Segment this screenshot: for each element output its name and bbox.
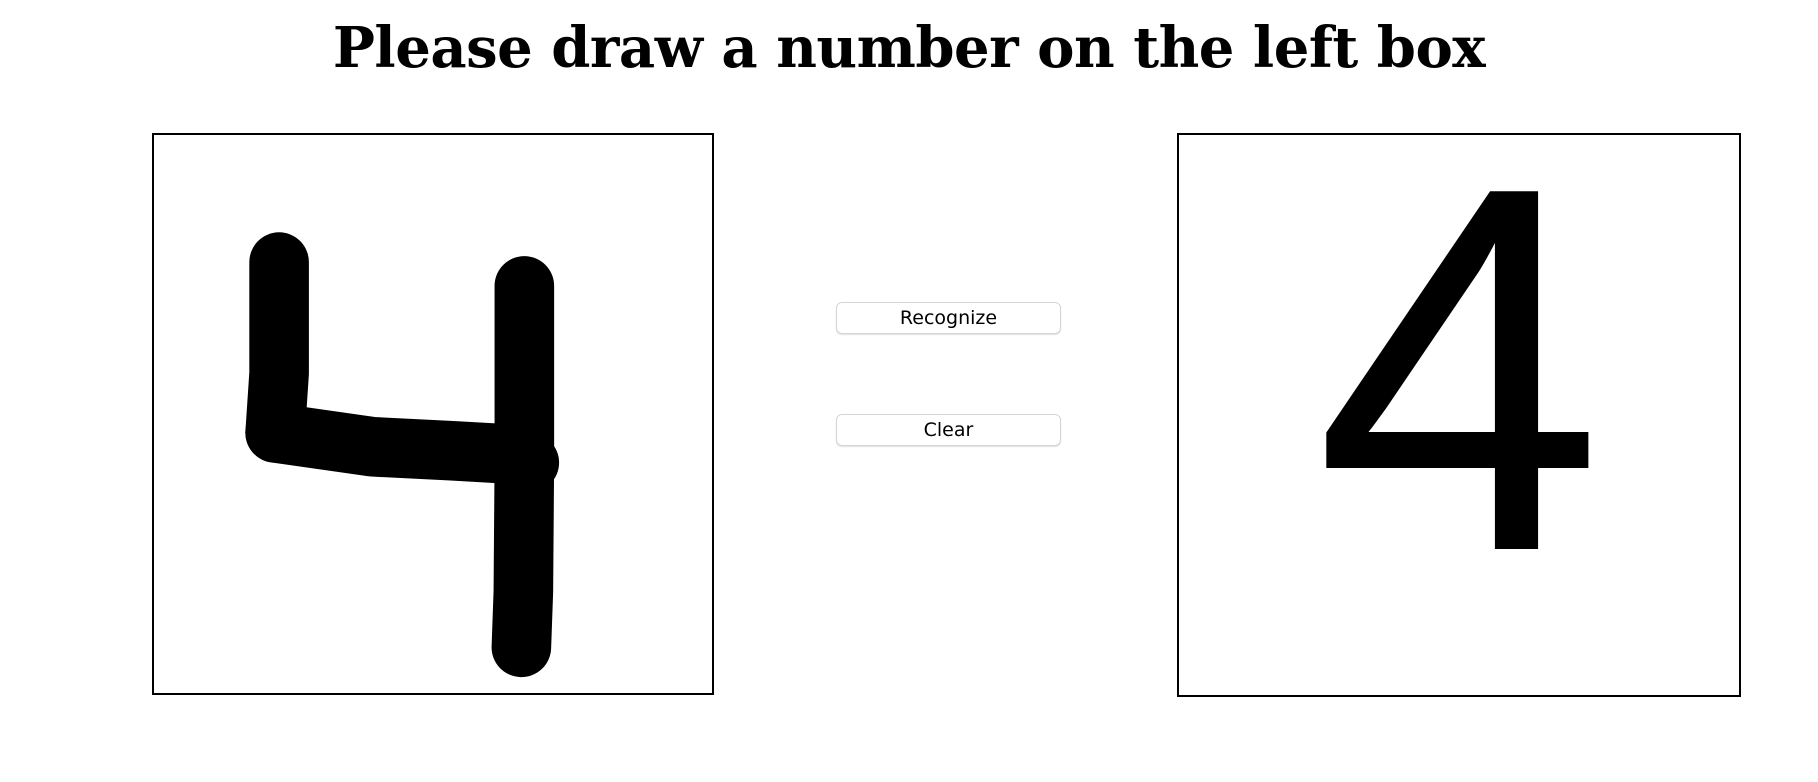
clear-button[interactable]: Clear bbox=[836, 414, 1061, 446]
stroke-right-vertical bbox=[491, 256, 555, 678]
result-box: 4 bbox=[1177, 133, 1741, 697]
drawing-canvas[interactable] bbox=[152, 133, 714, 695]
recognized-digit: 4 bbox=[1314, 133, 1604, 660]
page-title: Please draw a number on the left box bbox=[332, 15, 1486, 81]
drawn-digit-strokes bbox=[245, 232, 560, 678]
page: Please draw a number on the left box Rec… bbox=[0, 0, 1818, 782]
recognize-button[interactable]: Recognize bbox=[836, 302, 1061, 334]
stroke-horizontal bbox=[245, 403, 560, 493]
